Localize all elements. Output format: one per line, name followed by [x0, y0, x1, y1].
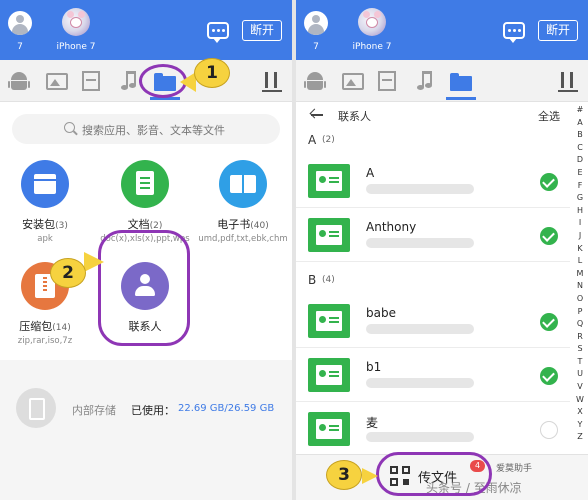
tab-images-picture-icon[interactable]	[46, 70, 68, 92]
contact-row[interactable]: 麦	[296, 404, 570, 456]
step-badge-3: 3	[326, 460, 362, 490]
tab-files-folder-icon[interactable]	[446, 70, 476, 100]
contact-card-icon	[308, 412, 350, 446]
storage-label: 内部存储	[72, 404, 116, 417]
pointer-step3	[362, 468, 378, 484]
contact-detail-redacted	[366, 184, 474, 194]
contact-detail-redacted	[366, 432, 474, 442]
tab-apps-android-icon[interactable]	[304, 70, 326, 92]
document-icon	[121, 160, 169, 208]
contact-name: 麦	[366, 416, 379, 430]
section-header-a: A (2)	[308, 133, 335, 147]
disconnect-button[interactable]: 断开	[242, 20, 282, 41]
category-tab-bar	[296, 60, 588, 102]
page-title: 联系人	[338, 110, 371, 123]
sort-icon[interactable]	[262, 70, 282, 92]
sort-icon[interactable]	[558, 70, 578, 92]
contacts-toolbar: 联系人 全选	[296, 102, 588, 128]
screenshot-root: 7 iPhone 7 断开 搜索应用、影音、文本等文件 安装包(3) apk 文…	[0, 0, 588, 500]
step-badge-2: 2	[50, 258, 86, 288]
internal-storage: 内部存储 已使用： 22.69 GB/26.59 GB	[0, 360, 292, 500]
tab-video-film-icon[interactable]	[80, 70, 102, 92]
section-header-b: B (4)	[308, 273, 335, 287]
chat-icon[interactable]	[207, 22, 229, 43]
device-name: iPhone 7	[56, 42, 96, 52]
right-panel: 7 iPhone 7 断开 联系人 全选 A (2) A Anthony B (…	[296, 0, 588, 500]
chat-icon[interactable]	[503, 22, 525, 43]
tab-images-picture-icon[interactable]	[342, 70, 364, 92]
contact-detail-redacted	[366, 238, 474, 248]
search-input[interactable]: 搜索应用、影音、文本等文件	[12, 114, 280, 144]
my-id-label: 7	[313, 42, 319, 52]
highlight-ring-step2	[98, 230, 190, 346]
category-ebook[interactable]: 电子书(40) umd,pdf,txt,ebk,chm	[198, 160, 288, 244]
back-arrow-icon[interactable]	[309, 108, 324, 122]
my-id-label: 7	[17, 42, 23, 52]
package-icon	[21, 160, 69, 208]
device-avatar[interactable]	[358, 8, 386, 36]
storage-used-value: 22.69 GB/26.59 GB	[178, 403, 275, 414]
book-icon	[219, 160, 267, 208]
contact-name: b1	[366, 360, 382, 374]
alphabet-index[interactable]: # A B CDE FGH IJK LMN OPQ RST UVW XYZ	[572, 104, 588, 444]
tab-music-note-icon[interactable]	[118, 70, 140, 92]
pointer-step2	[84, 252, 104, 272]
phone-storage-icon	[16, 388, 56, 428]
select-all-button[interactable]: 全选	[538, 108, 560, 124]
contact-detail-redacted	[366, 378, 474, 388]
contact-detail-redacted	[366, 324, 474, 334]
tab-video-film-icon[interactable]	[376, 70, 398, 92]
contact-card-icon	[308, 358, 350, 392]
storage-used-label: 已使用：	[131, 404, 175, 417]
contact-name: Anthony	[366, 220, 417, 234]
person-icon	[312, 15, 320, 23]
my-avatar[interactable]	[8, 11, 32, 35]
contact-card-icon	[308, 304, 350, 338]
watermark-text: 爱莫助手	[496, 464, 533, 474]
contact-card-icon	[308, 164, 350, 198]
checked-icon[interactable]	[540, 367, 558, 385]
contact-card-icon	[308, 218, 350, 252]
contact-row[interactable]: babe	[296, 296, 570, 348]
contact-row[interactable]: A	[296, 156, 570, 208]
contact-name: A	[366, 166, 375, 180]
top-bar: 7 iPhone 7 断开	[0, 0, 292, 60]
my-avatar[interactable]	[304, 11, 328, 35]
checked-icon[interactable]	[540, 173, 558, 191]
highlight-ring-step3	[376, 452, 492, 496]
contact-row[interactable]: Anthony	[296, 210, 570, 262]
device-avatar[interactable]	[62, 8, 90, 36]
step-badge-1: 1	[194, 58, 230, 88]
tab-music-note-icon[interactable]	[414, 70, 436, 92]
category-apk[interactable]: 安装包(3) apk	[0, 160, 90, 244]
tab-apps-android-icon[interactable]	[8, 70, 30, 92]
unchecked-icon[interactable]	[540, 421, 558, 439]
checked-icon[interactable]	[540, 313, 558, 331]
disconnect-button[interactable]: 断开	[538, 20, 578, 41]
person-icon	[16, 15, 24, 23]
top-bar: 7 iPhone 7 断开	[296, 0, 588, 60]
checked-icon[interactable]	[540, 227, 558, 245]
left-panel: 7 iPhone 7 断开 搜索应用、影音、文本等文件 安装包(3) apk 文…	[0, 0, 292, 500]
search-placeholder: 搜索应用、影音、文本等文件	[82, 124, 225, 137]
contact-name: babe	[366, 306, 396, 320]
contact-row[interactable]: b1	[296, 350, 570, 402]
device-name: iPhone 7	[352, 42, 392, 52]
search-icon	[64, 122, 75, 133]
